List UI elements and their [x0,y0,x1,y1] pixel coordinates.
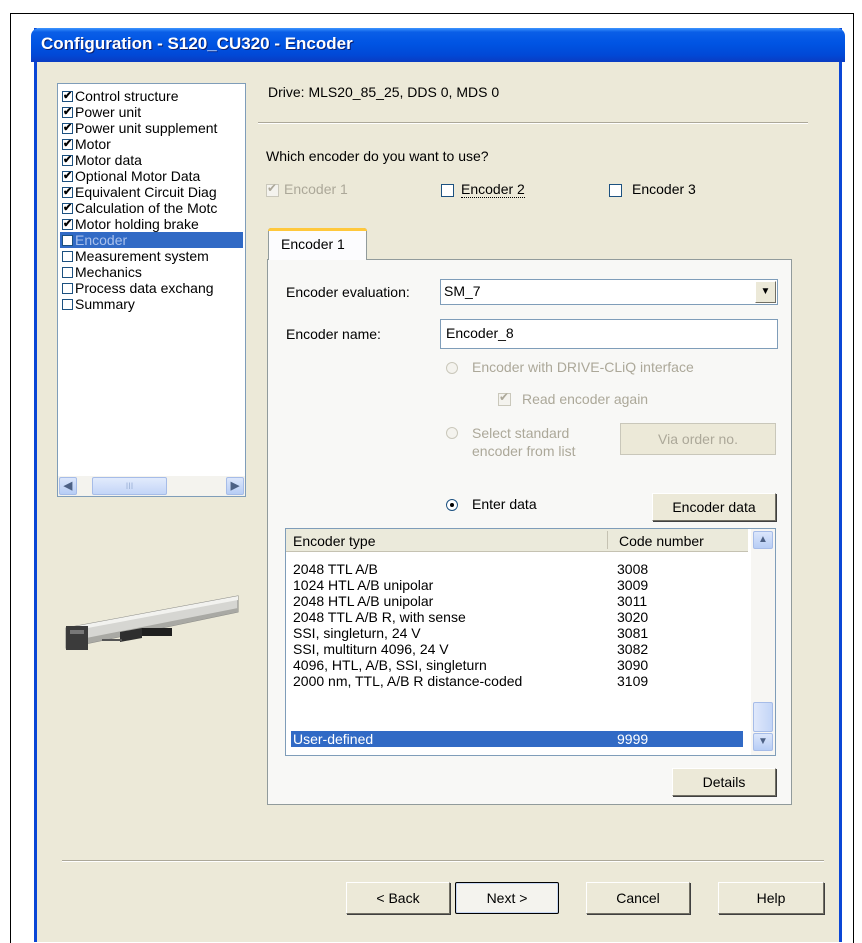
tree-item-summary[interactable]: Summary [62,296,135,312]
checkbox-icon [62,104,73,120]
encoder-evaluation-label: Encoder evaluation: [286,284,410,300]
enter-data-radio[interactable] [446,499,458,511]
encoder-1-checkbox [266,181,279,197]
details-button[interactable]: Details [672,768,776,796]
tab-encoder-1[interactable]: Encoder 1 [268,228,367,260]
tree-item-encoder[interactable]: Encoder [60,232,243,248]
standard-list-radio [446,427,458,439]
checkbox-icon [62,168,73,184]
checkbox-icon [62,216,73,232]
encoder-2-label[interactable]: Encoder 2 [461,181,525,198]
tree-item-power-unit-supplement[interactable]: Power unit supplement [62,120,217,136]
list-row[interactable]: SSI, singleturn, 24 V 3081 [291,625,743,641]
list-row[interactable]: 2048 TTL A/B 3008 [291,561,743,577]
tree-item-measurement-system[interactable]: Measurement system [62,248,209,264]
standard-list-label-1: Select standard [472,425,570,441]
list-header: Encoder type Code number [286,529,748,552]
encoder-2-checkbox[interactable] [441,184,454,197]
checkbox-icon [62,152,73,168]
read-again-label: Read encoder again [522,391,649,407]
checkbox-icon [62,283,73,294]
back-button[interactable]: < Back [346,882,450,914]
tree-item-power-unit[interactable]: Power unit [62,104,141,120]
tree-item-calculation[interactable]: Calculation of the Motc [62,200,217,216]
checkbox-icon [62,88,73,104]
scroll-up-icon[interactable]: ▲ [753,531,773,549]
steps-tree[interactable]: Control structure Power unit Power unit … [57,83,246,497]
tree-item-process-data[interactable]: Process data exchang [62,280,214,296]
tree-item-motor-holding-brake[interactable]: Motor holding brake [62,216,199,232]
drive-cliq-radio [446,362,458,374]
read-again-checkbox [498,390,511,406]
encoder-name-input[interactable]: Encoder_8 [440,319,778,349]
checkbox-icon [62,200,73,216]
checkbox-icon [62,251,73,262]
title-bar[interactable]: Configuration - S120_CU320 - Encoder [31,28,845,62]
tree-item-motor-data[interactable]: Motor data [62,152,142,168]
drive-cliq-label: Encoder with DRIVE-CLiQ interface [472,359,694,375]
checkbox-icon [62,184,73,200]
scroll-left-icon[interactable]: ◀ [59,477,77,495]
via-order-button: Via order no. [620,423,776,455]
encoder-question: Which encoder do you want to use? [266,148,489,164]
encoder-data-button[interactable]: Encoder data [652,493,776,521]
encoder-evaluation-value: SM_7 [444,283,481,299]
checkbox-icon [62,267,73,278]
encoder-type-list[interactable]: Encoder type Code number 2048 TTL A/B 300… [285,528,776,756]
tree-item-mechanics[interactable]: Mechanics [62,264,142,280]
window-title: Configuration - S120_CU320 - Encoder [41,34,353,53]
scroll-right-icon[interactable]: ▶ [226,477,244,495]
encoder-1-label: Encoder 1 [284,181,348,197]
encoder-evaluation-select[interactable]: SM_7 ▼ [440,279,778,305]
list-vertical-scrollbar[interactable]: ▲ ▼ [751,529,775,755]
next-button[interactable]: Next > [455,882,559,914]
scroll-down-icon[interactable]: ▼ [753,733,773,751]
encoder-3-label[interactable]: Encoder 3 [632,181,696,197]
tree-item-optional-motor-data[interactable]: Optional Motor Data [62,168,200,184]
list-row[interactable]: 2048 TTL A/B R, with sense 3020 [291,609,743,625]
separator-top [258,122,808,124]
list-row[interactable]: 2000 nm, TTL, A/B R distance-coded 3109 [291,673,743,689]
header-encoder-type[interactable]: Encoder type [293,533,376,549]
encoder-3-checkbox[interactable] [609,184,622,197]
help-button[interactable]: Help [718,882,824,914]
list-row[interactable]: 1024 HTL A/B unipolar 3009 [291,577,743,593]
chevron-down-icon[interactable]: ▼ [755,281,776,303]
encoder-name-label: Encoder name: [286,326,381,342]
checkbox-icon [62,299,73,310]
encoder-name-value: Encoder_8 [446,325,514,341]
list-row[interactable]: 2048 HTL A/B unipolar 3011 [291,593,743,609]
header-divider [607,531,608,549]
enter-data-label[interactable]: Enter data [472,496,537,512]
list-row[interactable]: SSI, multiturn 4096, 24 V 3082 [291,641,743,657]
tree-horizontal-scrollbar[interactable]: ◀ III ▶ [58,476,245,496]
tab-label: Encoder 1 [281,236,345,252]
list-scroll-thumb[interactable] [753,702,773,732]
list-row-selected[interactable]: User-defined 9999 [291,731,743,747]
checkbox-icon [62,136,73,152]
scroll-thumb[interactable]: III [92,477,167,495]
encoder-device-image [65,595,239,650]
separator-bottom [62,860,824,862]
list-row[interactable]: 4096, HTL, A/B, SSI, singleturn 3090 [291,657,743,673]
tree-item-equivalent-circuit[interactable]: Equivalent Circuit Diag [62,184,217,200]
checkbox-icon [62,235,73,246]
standard-list-label-2: encoder from list [472,443,576,459]
tree-item-control-structure[interactable]: Control structure [62,88,178,104]
header-code-number[interactable]: Code number [619,533,704,549]
checkbox-icon [62,120,73,136]
tree-item-motor[interactable]: Motor [62,136,111,152]
drive-info: Drive: MLS20_85_25, DDS 0, MDS 0 [268,84,500,100]
cancel-button[interactable]: Cancel [586,882,690,914]
